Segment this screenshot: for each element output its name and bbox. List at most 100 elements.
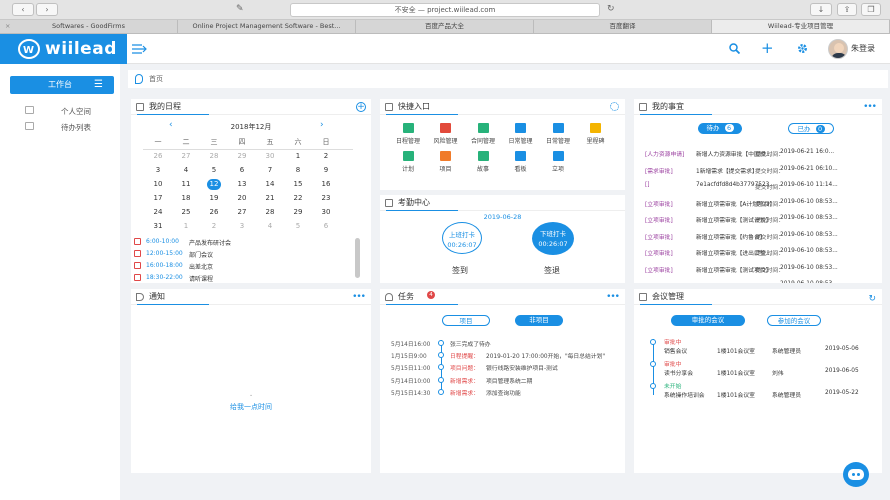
checkout-button[interactable]: 下班打卡 00:26:07 bbox=[532, 222, 574, 255]
location-pin-icon bbox=[135, 74, 143, 84]
matter-date: 2019-06-10 11:14... bbox=[780, 182, 838, 188]
speaker-icon bbox=[136, 293, 144, 301]
quick-entry-item[interactable]: 看板 bbox=[503, 151, 539, 173]
tabs-overview-button[interactable]: ❐ bbox=[861, 3, 881, 16]
task-desc[interactable]: 添加查询功能 bbox=[486, 388, 521, 397]
browser-tab[interactable]: 百度产品大全 bbox=[356, 20, 534, 33]
add-icon[interactable]: + bbox=[761, 39, 774, 57]
matter-date: 2019-06-10 08:53... bbox=[780, 198, 838, 205]
meeting-name[interactable]: 销售会议 bbox=[664, 346, 687, 355]
event-time[interactable]: 6:00-10:00 bbox=[146, 238, 179, 245]
workbench-button[interactable]: 工作台 ☰ bbox=[10, 76, 114, 94]
meeting-person: 刘伟 bbox=[772, 371, 784, 377]
quick-entry-item[interactable]: 日常管理 bbox=[540, 123, 576, 145]
timeline-dot bbox=[438, 376, 444, 383]
back-button[interactable]: ‹ bbox=[12, 3, 34, 16]
matter-tag[interactable]: [立项审批] bbox=[645, 281, 673, 283]
matter-tag[interactable]: [立项审批] bbox=[645, 199, 673, 208]
task-time: 1月15日9:00 bbox=[391, 354, 427, 361]
download-button[interactable]: ↓ bbox=[810, 3, 832, 16]
card-header: 通知 ••• bbox=[131, 289, 371, 305]
quick-entry-icon bbox=[552, 123, 564, 133]
breadcrumb-home[interactable]: 首页 bbox=[149, 75, 163, 83]
meeting-name[interactable]: 读书分享会 bbox=[664, 368, 693, 377]
chatbot-icon[interactable] bbox=[843, 462, 869, 487]
logo-mark-icon: W bbox=[18, 39, 40, 59]
browser-tab[interactable]: × Softwares - GoodFirms bbox=[0, 20, 178, 33]
matter-tag[interactable]: [] bbox=[645, 182, 650, 188]
quick-entry-item[interactable]: 合同管理 bbox=[465, 123, 501, 145]
browser-tab-active[interactable]: Wiilead-专业项目管理 bbox=[712, 20, 890, 33]
task-time: 5月15日14:30 bbox=[391, 390, 431, 397]
browser-tab[interactable]: 百度翻译 bbox=[534, 20, 712, 33]
logo[interactable]: W wiilead bbox=[0, 34, 127, 64]
url-bar[interactable]: 不安全 — project.wiilead.com bbox=[290, 3, 600, 17]
card-header: 快捷入口 bbox=[380, 99, 625, 115]
matter-tag[interactable]: [需求审批] bbox=[645, 166, 673, 175]
forward-button[interactable]: › bbox=[36, 3, 58, 16]
quick-entry-item[interactable]: 项目 bbox=[428, 151, 464, 173]
search-icon[interactable] bbox=[729, 43, 740, 54]
scrollbar[interactable] bbox=[355, 238, 360, 278]
timeline-dot bbox=[438, 388, 444, 395]
event-time[interactable]: 12:00-15:00 bbox=[146, 250, 183, 257]
matters-card: 我的事宜 ••• 待办 6 已办 0 [人力资源申请] 新增人力资源审批【中国燃.… bbox=[634, 99, 882, 283]
avatar[interactable] bbox=[828, 39, 848, 59]
event-list: 6:00-10:00 产品发布研讨会 12:00-15:00 部门会议 16:00-18… bbox=[131, 99, 351, 283]
sidebar-item-personal[interactable]: 个人空间 bbox=[25, 106, 91, 117]
attendance-card: 考勤中心 2019-06-28 上班打卡 00:26:07 下班打卡 00:26… bbox=[380, 195, 625, 283]
event-time[interactable]: 18:30-22:00 bbox=[146, 274, 183, 281]
task-desc[interactable]: 项目管理系统二期 bbox=[486, 376, 532, 385]
close-icon[interactable]: × bbox=[5, 20, 10, 33]
event-name[interactable]: 出差北京 bbox=[189, 262, 213, 271]
matter-tag[interactable]: [立项审批] bbox=[645, 232, 673, 241]
checkin-button[interactable]: 上班打卡 00:26:07 bbox=[442, 222, 482, 254]
meeting-room: 1楼101会议室 bbox=[717, 371, 755, 377]
settings-icon[interactable] bbox=[610, 102, 619, 111]
quick-entry-card: 快捷入口 日程管理 风险管理 合同管理 日常管理 日常管理 里程碑 计划 项目 故事 看板 立项 bbox=[380, 99, 625, 190]
quick-entry-item[interactable]: 日程管理 bbox=[390, 123, 426, 145]
card-title: 快捷入口 bbox=[398, 102, 430, 111]
browser-tab[interactable]: Online Project Management Software - Bes… bbox=[178, 20, 356, 33]
matter-text[interactable]: 新增立项需审批【A计划... bbox=[696, 281, 763, 283]
quick-entry-item[interactable]: 风险管理 bbox=[428, 123, 464, 145]
event-time[interactable]: 16:00-18:00 bbox=[146, 262, 183, 269]
matters-list: [人力资源申请] 新增人力资源审批【中国燃... 提交时间： 2019-06-21 1… bbox=[634, 99, 879, 283]
event-name[interactable]: 请听课程 bbox=[189, 274, 213, 283]
share-button[interactable]: ⇪ bbox=[837, 3, 857, 16]
matter-tag[interactable]: [立项审批] bbox=[645, 215, 673, 224]
checkout-label: 签退 bbox=[544, 266, 560, 275]
quick-entry-item[interactable]: 里程碑 bbox=[578, 123, 614, 145]
quick-entry-label: 里程碑 bbox=[586, 138, 605, 145]
matter-tag[interactable]: [立项审批] bbox=[645, 248, 673, 257]
quick-entry-icon bbox=[515, 151, 526, 161]
gear-icon[interactable] bbox=[797, 43, 808, 54]
matter-text[interactable]: 1新增需求【提交需求】 bbox=[696, 166, 758, 175]
meeting-status: 未开始 bbox=[664, 384, 682, 390]
quick-entry-item[interactable]: 立项 bbox=[540, 151, 576, 173]
quick-entry-item[interactable]: 故事 bbox=[465, 151, 501, 173]
quick-entry-item[interactable]: 日常管理 bbox=[503, 123, 539, 145]
quick-entry-icon bbox=[440, 151, 451, 161]
add-event-icon[interactable]: + bbox=[356, 102, 366, 112]
task-desc[interactable]: 2019-01-20 17:00:00开始，"每日总结计划" bbox=[486, 351, 605, 360]
task-desc[interactable]: 张三完成了待办 bbox=[450, 339, 491, 348]
menu-toggle-icon[interactable] bbox=[131, 43, 147, 55]
more-icon[interactable]: ••• bbox=[352, 289, 366, 305]
quick-entry-item[interactable]: 计划 bbox=[390, 151, 426, 173]
logo-text: wiilead bbox=[45, 39, 117, 59]
alarm-icon bbox=[134, 262, 141, 269]
task-desc[interactable]: 银行线路安装维护项目-测试 bbox=[486, 363, 558, 372]
quick-entry-label: 看板 bbox=[514, 166, 527, 173]
attendance-date: 2019-06-28 bbox=[483, 213, 522, 221]
matter-tag[interactable]: [人力资源申请] bbox=[645, 149, 684, 158]
user-name[interactable]: 朱登录 bbox=[851, 43, 875, 54]
meeting-person: 系统管理员 bbox=[772, 393, 801, 399]
event-name[interactable]: 产品发布研讨会 bbox=[189, 238, 231, 247]
reload-icon[interactable]: ↻ bbox=[607, 4, 615, 14]
matter-tag[interactable]: [立项审批] bbox=[645, 265, 673, 274]
sidebar-item-todo[interactable]: 待办列表 bbox=[25, 122, 91, 133]
task-category: 新增需求： bbox=[450, 390, 479, 397]
event-name[interactable]: 部门会议 bbox=[189, 250, 213, 259]
meeting-name[interactable]: 系统操作培训会 bbox=[664, 390, 705, 399]
